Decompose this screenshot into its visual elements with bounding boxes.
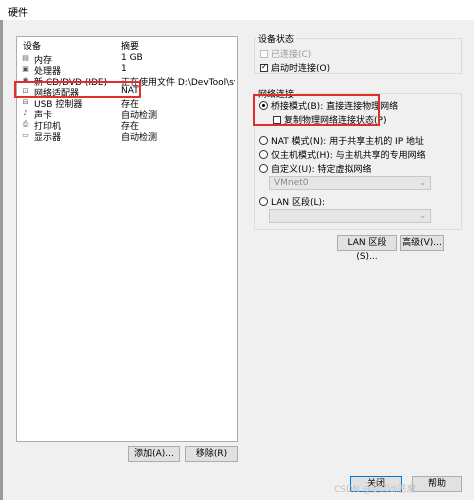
device-list-header: 设备 摘要 — [17, 37, 237, 52]
usb-icon: ⊟ — [22, 98, 29, 106]
connected-label: 已连接(C) — [271, 50, 312, 60]
connect-at-power-on-label: 启动时连接(O) — [271, 64, 331, 74]
highlight-bridged-mode — [253, 94, 380, 126]
highlight-network-adapter — [14, 81, 141, 98]
chevron-down-icon: ⌄ — [419, 178, 426, 187]
nat-radio[interactable] — [259, 136, 268, 145]
cpu-icon: ▣ — [22, 65, 29, 73]
device-row[interactable]: ⎙ 打印机 存在 — [17, 119, 237, 132]
custom-label: 自定义(U): 特定虚拟网络 — [271, 165, 372, 175]
column-device[interactable]: 设备 — [23, 39, 41, 52]
window-titlebar: 硬件 — [0, 0, 474, 21]
lan-segment-option[interactable]: LAN 区段(L): — [259, 195, 326, 208]
device-row[interactable]: ▤ 内存 1 GB — [17, 53, 237, 66]
watermark-text: CSDN @封印di恶魔 — [334, 485, 416, 495]
lan-segment-select[interactable]: ⌄ — [269, 209, 431, 223]
remove-device-button[interactable]: 移除(R) — [185, 446, 238, 462]
device-row[interactable]: ⊟ USB 控制器 存在 — [17, 97, 237, 110]
device-status-title: 设备状态 — [256, 32, 297, 45]
host-only-option[interactable]: 仅主机模式(H): 与主机共享的专用网络 — [259, 148, 426, 161]
custom-radio[interactable] — [259, 164, 268, 173]
connected-option[interactable]: 已连接(C) — [260, 47, 312, 60]
chevron-down-icon: ⌄ — [419, 211, 426, 220]
connect-at-power-on-option[interactable]: 启动时连接(O) — [260, 61, 331, 74]
column-summary[interactable]: 摘要 — [121, 39, 139, 52]
device-summary: 1 GB — [121, 53, 143, 63]
device-summary: 1 — [121, 64, 127, 74]
host-only-label: 仅主机模式(H): 与主机共享的专用网络 — [271, 151, 426, 161]
printer-icon: ⎙ — [22, 120, 29, 128]
advanced-button[interactable]: 高级(V)... — [400, 235, 444, 251]
device-row[interactable]: ▣ 处理器 1 — [17, 64, 237, 77]
lan-segment-radio[interactable] — [259, 197, 268, 206]
nat-label: NAT 模式(N): 用于共享主机的 IP 地址 — [271, 137, 425, 147]
add-device-button[interactable]: 添加(A)... — [128, 446, 180, 462]
memory-icon: ▤ — [22, 54, 29, 62]
lan-segment-label: LAN 区段(L): — [271, 198, 326, 208]
custom-network-select[interactable]: VMnet0 ⌄ — [269, 176, 431, 190]
device-row[interactable]: ▭ 显示器 自动检测 — [17, 130, 237, 143]
device-name: 显示器 — [34, 133, 62, 143]
device-summary: 自动检测 — [121, 133, 158, 143]
display-icon: ▭ — [22, 131, 29, 139]
help-button[interactable]: 帮助 — [412, 476, 462, 492]
custom-network-value: VMnet0 — [274, 178, 309, 188]
sound-icon: ♪ — [23, 109, 28, 117]
custom-option[interactable]: 自定义(U): 特定虚拟网络 — [259, 162, 372, 175]
host-only-radio[interactable] — [259, 150, 268, 159]
nat-option[interactable]: NAT 模式(N): 用于共享主机的 IP 地址 — [259, 134, 425, 147]
lan-segments-button[interactable]: LAN 区段(S)... — [337, 235, 397, 262]
connected-checkbox[interactable] — [260, 50, 268, 58]
window-title: 硬件 — [8, 8, 28, 19]
device-row[interactable]: ♪ 声卡 自动检测 — [17, 108, 237, 121]
connect-at-power-on-checkbox[interactable] — [260, 62, 268, 72]
